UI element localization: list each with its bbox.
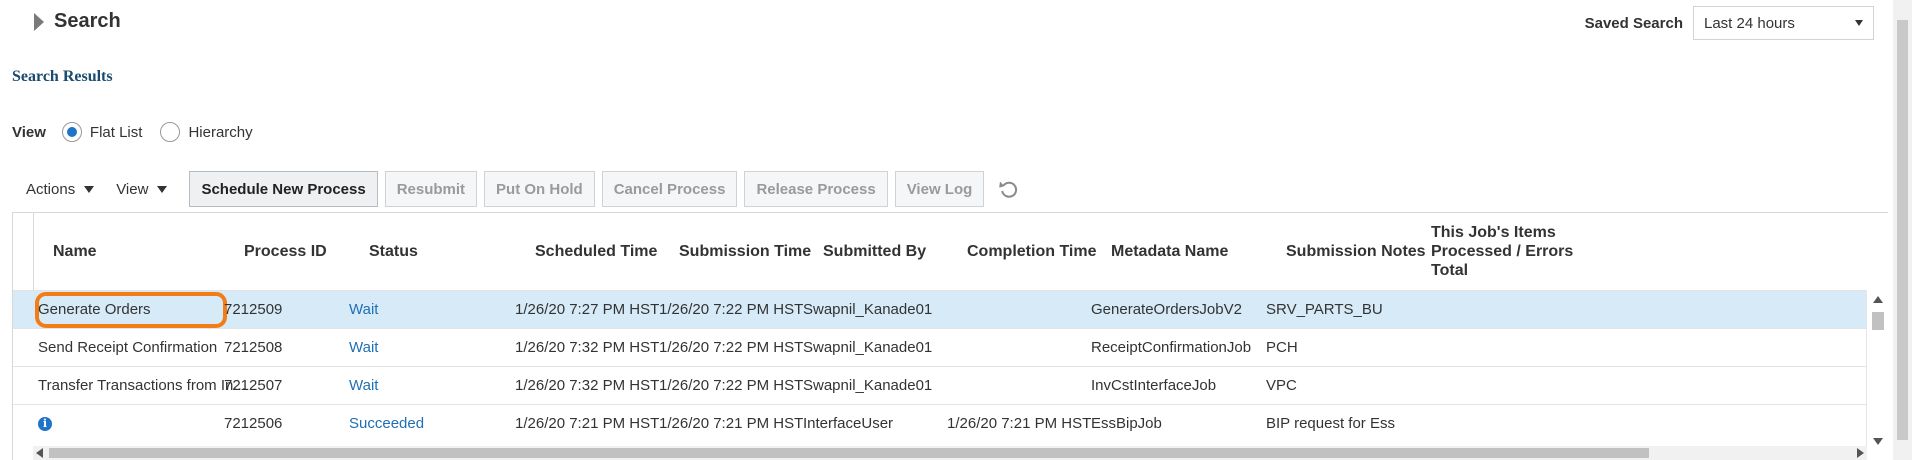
table-horizontal-scrollbar[interactable] xyxy=(33,446,1867,460)
scroll-right-icon[interactable] xyxy=(1857,448,1864,458)
cell-status[interactable]: Wait xyxy=(349,291,378,328)
process-table: Name Process ID Status Scheduled Time Su… xyxy=(12,212,1888,460)
cell-process-id: 7212508 xyxy=(224,339,283,356)
column-header-items-processed[interactable]: This Job's Items Processed / Errors Tota… xyxy=(1431,213,1573,290)
table-vertical-scrollbar[interactable] xyxy=(1866,290,1888,447)
column-header-process-id[interactable]: Process ID xyxy=(244,213,327,290)
column-header-scheduled-time[interactable]: Scheduled Time xyxy=(535,213,657,290)
triangle-right-icon[interactable] xyxy=(34,12,44,31)
cell-process-id: 7212509 xyxy=(224,301,283,318)
cell-submission-notes: VPC xyxy=(1266,377,1297,394)
info-icon[interactable]: i xyxy=(38,416,52,431)
page-vertical-scrollbar[interactable] xyxy=(1893,0,1912,460)
cell-scheduled-time: 1/26/20 7:32 PM HST xyxy=(515,377,660,394)
scroll-up-icon[interactable] xyxy=(1873,296,1883,303)
search-section-header[interactable]: Search xyxy=(34,10,121,33)
put-on-hold-button[interactable]: Put On Hold xyxy=(484,171,595,207)
cell-submission-notes: SRV_PARTS_BU xyxy=(1266,301,1383,318)
column-header-status[interactable]: Status xyxy=(369,213,418,290)
view-menu[interactable]: View xyxy=(116,180,168,198)
column-header-submission-time[interactable]: Submission Time xyxy=(679,213,811,290)
radio-hierarchy[interactable] xyxy=(160,122,181,142)
cell-status[interactable]: Wait xyxy=(349,367,378,404)
table-row[interactable]: i 7212506 Succeeded 1/26/20 7:21 PM HST … xyxy=(13,404,1869,442)
scroll-left-icon[interactable] xyxy=(36,448,43,458)
cell-scheduled-time: 1/26/20 7:27 PM HST xyxy=(515,301,660,318)
header-line: Processed / Errors xyxy=(1431,243,1574,260)
radio-selected-dot xyxy=(66,127,77,137)
cell-metadata-name: ReceiptConfirmationJob xyxy=(1091,339,1252,356)
chevron-down-icon xyxy=(1855,20,1863,26)
scrollbar-thumb[interactable] xyxy=(1897,20,1908,440)
actions-menu[interactable]: Actions xyxy=(26,180,95,198)
scrollbar-thumb[interactable] xyxy=(1872,312,1884,330)
view-mode-row: View Flat List Hierarchy xyxy=(12,122,271,142)
cell-submitted-by: InterfaceUser xyxy=(803,415,894,432)
radio-hierarchy-label[interactable]: Hierarchy xyxy=(188,124,252,141)
radio-flat-list[interactable] xyxy=(61,122,82,142)
saved-search-label: Saved Search xyxy=(1584,14,1683,32)
cell-completion-time: 1/26/20 7:21 PM HST xyxy=(947,415,1092,432)
header-line: Total xyxy=(1431,262,1469,279)
cancel-process-button[interactable]: Cancel Process xyxy=(601,171,738,207)
cell-name[interactable]: i xyxy=(38,405,52,442)
cell-submission-time: 1/26/20 7:21 PM HST xyxy=(659,415,804,432)
cell-metadata-name: GenerateOrdersJobV2 xyxy=(1091,301,1242,318)
saved-search-select[interactable]: Last 24 hours xyxy=(1693,6,1874,40)
chevron-down-icon xyxy=(157,185,168,193)
saved-search-value: Last 24 hours xyxy=(1704,14,1795,32)
saved-search: Saved Search Last 24 hours xyxy=(1585,6,1874,40)
cell-metadata-name: InvCstInterfaceJob xyxy=(1091,377,1217,394)
search-title: Search xyxy=(54,10,121,32)
header-line: This Job's Items xyxy=(1431,224,1556,241)
cell-submission-notes: PCH xyxy=(1266,339,1298,356)
view-log-button[interactable]: View Log xyxy=(894,171,985,207)
cell-status[interactable]: Succeeded xyxy=(349,405,424,442)
cell-submission-notes: BIP request for Ess xyxy=(1266,415,1395,432)
cell-submitted-by: Swapnil_Kanade01 xyxy=(803,339,933,356)
view-menu-label: View xyxy=(116,180,149,198)
cell-submitted-by: Swapnil_Kanade01 xyxy=(803,377,933,394)
cell-scheduled-time: 1/26/20 7:32 PM HST xyxy=(515,339,660,356)
column-header-name[interactable]: Name xyxy=(53,213,97,290)
chevron-down-icon xyxy=(84,185,95,193)
release-process-button[interactable]: Release Process xyxy=(744,171,888,207)
toolbar: Actions View Schedule New Process Resubm… xyxy=(26,171,1021,207)
cell-submission-time: 1/26/20 7:22 PM HST xyxy=(659,377,804,394)
column-header-submitted-by[interactable]: Submitted By xyxy=(823,213,926,290)
schedule-new-process-button[interactable]: Schedule New Process xyxy=(189,171,378,207)
refresh-icon[interactable] xyxy=(997,177,1021,201)
scroll-down-icon[interactable] xyxy=(1873,438,1883,445)
cell-submission-time: 1/26/20 7:22 PM HST xyxy=(659,339,804,356)
cell-metadata-name: EssBipJob xyxy=(1091,415,1162,432)
table-row[interactable]: Transfer Transactions from In... 7212507… xyxy=(13,366,1869,404)
actions-menu-label: Actions xyxy=(26,180,76,198)
cell-scheduled-time: 1/26/20 7:21 PM HST xyxy=(515,415,660,432)
cell-process-id: 7212506 xyxy=(224,415,283,432)
search-results-title: Search Results xyxy=(12,68,113,85)
table-row[interactable]: Send Receipt Confirmation 7212508 Wait 1… xyxy=(13,328,1869,366)
column-header-completion-time[interactable]: Completion Time xyxy=(967,213,1097,290)
column-header-metadata-name[interactable]: Metadata Name xyxy=(1111,213,1228,290)
view-mode-label: View xyxy=(12,123,46,141)
cell-status[interactable]: Wait xyxy=(349,329,378,366)
column-header-submission-notes[interactable]: Submission Notes xyxy=(1286,213,1426,290)
resubmit-button[interactable]: Resubmit xyxy=(384,171,478,207)
scrollbar-thumb[interactable] xyxy=(49,448,1649,458)
cell-submitted-by: Swapnil_Kanade01 xyxy=(803,301,933,318)
cell-submission-time: 1/26/20 7:22 PM HST xyxy=(659,301,804,318)
radio-flat-list-label[interactable]: Flat List xyxy=(90,124,143,141)
table-row[interactable]: Generate Orders 7212509 Wait 1/26/20 7:2… xyxy=(13,290,1869,328)
cell-process-id: 7212507 xyxy=(224,377,283,394)
table-header: Name Process ID Status Scheduled Time Su… xyxy=(33,213,1888,290)
